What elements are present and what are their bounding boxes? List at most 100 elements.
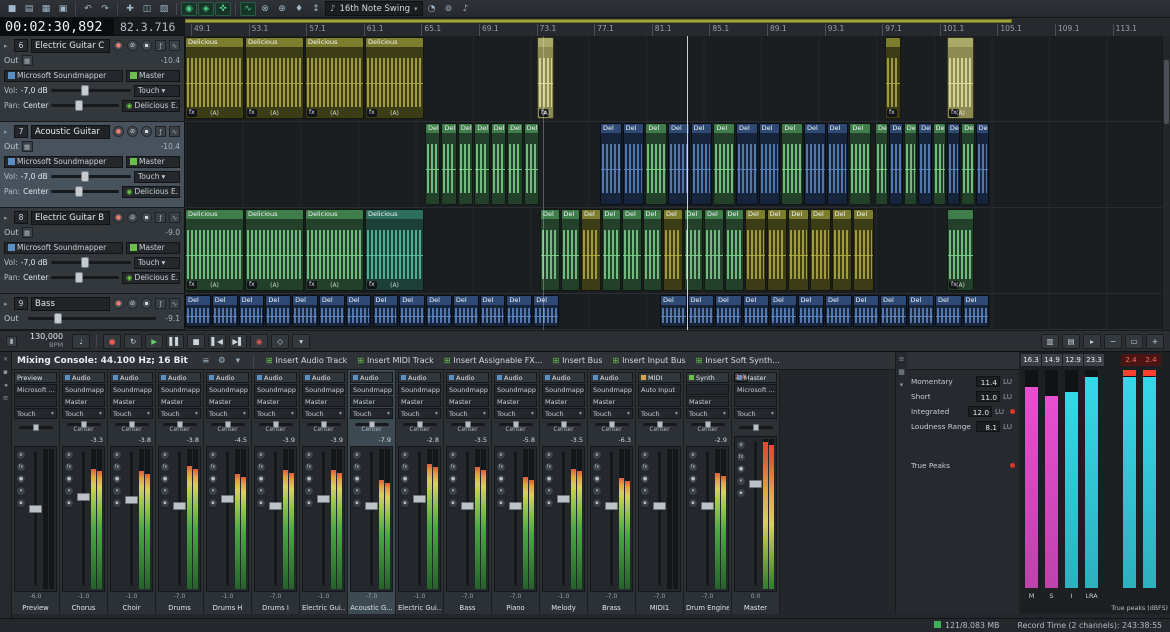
automation-mode-select[interactable]: Touch▾ [158,408,201,419]
pan-thumb[interactable] [513,421,519,428]
loop-playback-button[interactable]: ↻ [124,334,142,349]
channel-strip[interactable]: AudioSoundmapperMasterTouch▾Center-5.8øf… [492,370,540,614]
audio-clip[interactable]: Del [373,295,399,327]
pan-thumb[interactable] [417,421,423,428]
phase-icon[interactable]: ø [64,450,74,460]
solo-icon[interactable]: ▪ [400,498,410,508]
fx-badge[interactable]: fx [307,109,317,117]
phase-icon[interactable]: ø [592,450,602,460]
bus-icon[interactable]: ▦ [22,55,33,66]
volume-slider[interactable] [51,89,131,92]
solo-button[interactable]: ▪ [141,212,152,223]
channel-type-select[interactable]: Audio [350,372,393,383]
fx-plugin-chip[interactable]: ◉Delicious E... [122,272,180,284]
pan-slider[interactable] [403,423,437,426]
channel-type-select[interactable]: Audio [302,372,345,383]
volume-slider[interactable] [51,175,131,178]
audio-clip[interactable]: Del [770,295,797,327]
automation-mode-select[interactable]: Touch▾ [734,408,777,419]
pan-thumb[interactable] [33,424,39,431]
mute-icon[interactable]: ▾ [256,486,266,496]
audio-clip[interactable]: Del [453,295,479,327]
record-arm-icon[interactable]: ● [544,474,554,484]
audio-clip[interactable]: Del [767,209,788,291]
channel-out-select[interactable]: Soundmapper [158,384,201,395]
undo-icon[interactable]: ↶ [80,2,96,16]
solo-button[interactable]: ▪ [141,298,152,309]
fader-thumb[interactable] [605,502,618,510]
audio-clip[interactable]: Del [759,123,781,205]
go-to-start-button[interactable]: ▌◀ [208,334,226,349]
pan-control[interactable]: Center [542,420,585,435]
automation-mode-select[interactable]: Touch▾ [350,408,393,419]
audio-clip[interactable]: Del [918,123,931,205]
fx-chain-icon[interactable]: ƒ [155,298,166,309]
time-display[interactable]: 00:02:30,892 [0,18,114,36]
channel-out-select[interactable]: Soundmapper [206,384,249,395]
mute-icon[interactable]: ▾ [448,486,458,496]
audio-clip[interactable]: Del [399,295,425,327]
audio-clip[interactable]: fx(A) [537,37,554,119]
automation-icon[interactable]: ∿ [169,212,180,223]
channel-type-select[interactable]: Audio [62,372,105,383]
pan-slider[interactable] [115,423,149,426]
render-project-icon[interactable]: ▣ [55,2,71,16]
record-arm-button[interactable]: ● [113,212,124,223]
channel-type-select[interactable]: Audio [542,372,585,383]
record-arm-icon[interactable]: ● [16,474,26,484]
pause-button[interactable]: ▌▌ [166,334,184,349]
slider-thumb[interactable] [54,313,62,324]
record-button[interactable]: ● [103,334,121,349]
pan-thumb[interactable] [369,421,375,428]
audio-clip[interactable]: Del [889,123,902,205]
fader-thumb[interactable] [749,480,762,488]
pan-slider[interactable] [307,423,341,426]
zoom-tool-icon[interactable]: ⊕ [274,2,290,16]
audio-clip[interactable]: Del [804,123,826,205]
channel-strip[interactable]: AudioSoundmapperMasterTouch▾Center-3.5øf… [540,370,588,614]
new-file-icon[interactable]: ■ [4,2,20,16]
fx-icon[interactable]: fx [400,462,410,472]
insert-assignable-fx-button[interactable]: ⊞Insert Assignable FX... [440,354,547,368]
pan-control[interactable] [734,420,777,435]
loop-region-bar[interactable] [185,19,1012,23]
record-arm-icon[interactable]: ● [496,474,506,484]
audio-clip[interactable]: Del [880,295,907,327]
channel-out-select[interactable]: Auto Input [638,384,681,395]
play-button[interactable]: ▶ [145,334,163,349]
pan-thumb[interactable] [321,421,327,428]
channel-bus-select[interactable] [14,396,57,407]
automation-mode-select[interactable]: Touch▾ [542,408,585,419]
solo-icon[interactable]: ▪ [16,498,26,508]
channel-bus-select[interactable]: Master [446,396,489,407]
channel-out-select[interactable]: Soundmapper [398,384,441,395]
fx-badge[interactable]: fx [367,281,377,289]
mute-icon[interactable]: ▾ [160,486,170,496]
channel-bus-select[interactable]: Master [62,396,105,407]
fx-icon[interactable]: fx [736,452,746,462]
audio-clip[interactable]: Del [788,209,809,291]
pan-slider[interactable] [51,190,119,193]
scroll-right-button[interactable]: ▸ [1083,334,1101,349]
fader-thumb[interactable] [557,495,570,503]
audio-clip[interactable]: Del [810,209,831,291]
audio-clip[interactable]: Del [743,295,770,327]
phase-icon[interactable]: ø [640,450,650,460]
pan-thumb[interactable] [129,421,135,428]
audio-clip[interactable]: Del [798,295,825,327]
channel-bus-select[interactable] [638,396,681,407]
audio-clip[interactable]: Del [933,123,946,205]
audio-clip[interactable]: fx(A) [947,209,974,291]
insert-audio-track-button[interactable]: ⊞Insert Audio Track [262,354,351,368]
mute-button[interactable]: ⊘ [127,126,138,137]
marker-tool-icon[interactable]: ♦ [291,2,307,16]
fader-thumb[interactable] [413,495,426,503]
insert-bus-button[interactable]: ⊞Insert Bus [548,354,606,368]
channel-out-select[interactable]: Soundmapper [110,384,153,395]
solo-icon[interactable]: ▪ [688,498,698,508]
meter-layout-icon[interactable]: ▦ [898,368,905,376]
audio-clip[interactable]: Del [185,295,211,327]
beat-display[interactable]: 82.3.716 [114,18,185,36]
channel-bus-select[interactable]: Master [302,396,345,407]
track-volume-slider[interactable] [28,317,157,320]
